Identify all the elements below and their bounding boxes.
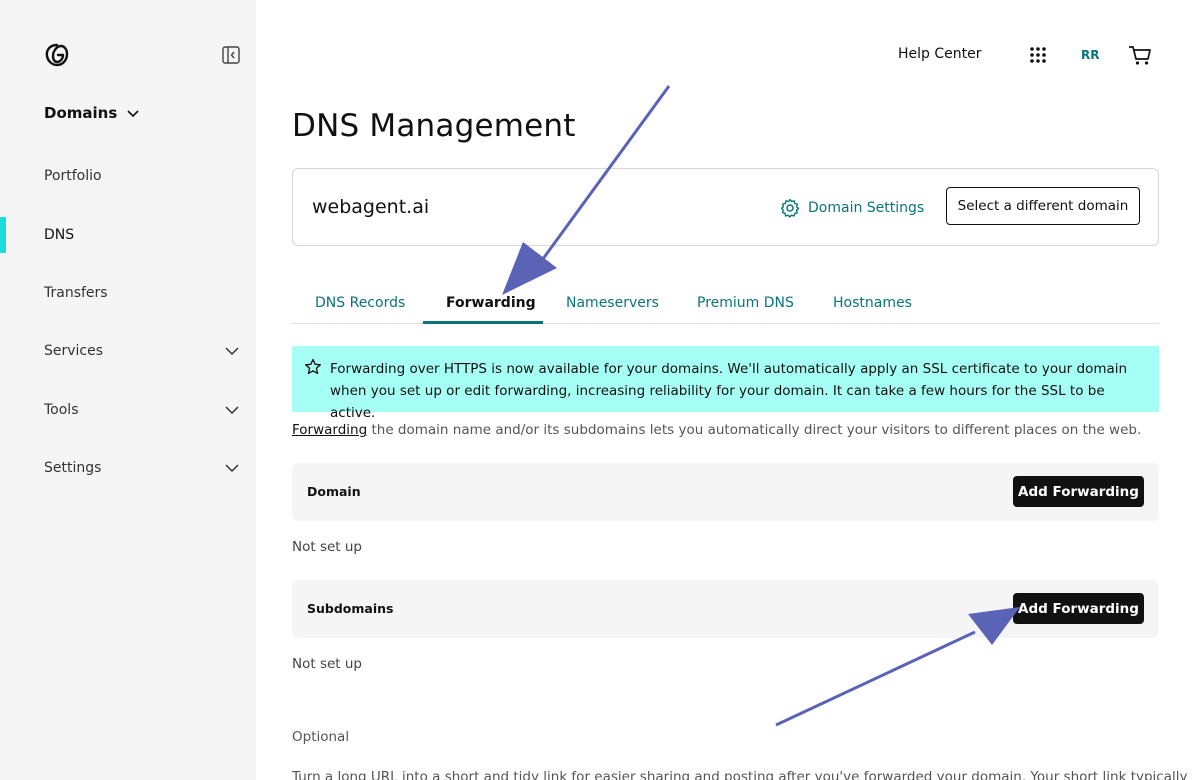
select-different-domain-button[interactable]: Select a different domain <box>946 187 1140 225</box>
star-icon <box>304 358 322 375</box>
domains-menu-toggle[interactable]: Domains <box>44 104 141 122</box>
sidebar-item-label: Transfers <box>44 285 108 301</box>
subdomain-forwarding-label: Subdomains <box>307 601 394 616</box>
active-tab-underline <box>423 321 543 324</box>
sidebar-item-transfers[interactable]: Transfers <box>0 275 256 311</box>
subdomain-forwarding-status: Not set up <box>292 656 362 672</box>
domain-forwarding-label: Domain <box>307 484 361 499</box>
chevron-down-icon <box>225 347 239 356</box>
cart-icon[interactable] <box>1128 44 1152 66</box>
apps-grid-icon[interactable] <box>1029 46 1047 64</box>
chevron-down-icon <box>225 406 239 415</box>
add-subdomain-forwarding-button[interactable]: Add Forwarding <box>1013 593 1144 624</box>
chevron-down-icon <box>225 464 239 473</box>
domain-name: webagent.ai <box>312 196 430 218</box>
optional-label: Optional <box>292 729 350 745</box>
gear-icon <box>780 198 800 218</box>
banner-text: Forwarding over HTTPS is now available f… <box>330 361 1128 421</box>
tab-dns-records[interactable]: DNS Records <box>315 295 405 311</box>
sidebar: Domains Portfolio DNS Transfers Services… <box>0 0 256 780</box>
domain-card: webagent.ai Domain Settings Select a dif… <box>292 168 1159 246</box>
sidebar-item-label: Settings <box>44 460 102 476</box>
short-link-description: Turn a long URL into a short and tidy li… <box>292 769 1188 780</box>
sidebar-item-label: Services <box>44 343 104 359</box>
forwarding-intro-text: the domain name and/or its subdomains le… <box>367 422 1142 438</box>
tab-forwarding[interactable]: Forwarding <box>446 295 536 311</box>
account-avatar[interactable]: RR <box>1081 48 1099 62</box>
forwarding-intro: Forwarding the domain name and/or its su… <box>292 422 1141 438</box>
add-domain-forwarding-button[interactable]: Add Forwarding <box>1013 476 1144 507</box>
tab-hostnames[interactable]: Hostnames <box>833 295 912 311</box>
chevron-down-icon <box>127 110 139 118</box>
page-title: DNS Management <box>292 108 576 144</box>
domains-section-label: Domains <box>44 104 118 122</box>
forwarding-help-link[interactable]: Forwarding <box>292 422 367 438</box>
sidebar-item-label: Portfolio <box>44 168 102 184</box>
dns-tabs: DNS Records Forwarding Nameservers Premi… <box>292 284 1159 324</box>
sidebar-item-services[interactable]: Services <box>0 333 256 369</box>
sidebar-item-label: DNS <box>44 227 75 243</box>
domain-forwarding-status: Not set up <box>292 539 362 555</box>
collapse-sidebar-icon[interactable] <box>222 46 240 64</box>
domain-forwarding-row: Domain Add Forwarding <box>292 463 1159 521</box>
sidebar-item-dns[interactable]: DNS <box>0 217 256 253</box>
https-info-banner: Forwarding over HTTPS is now available f… <box>292 346 1159 421</box>
tab-premium-dns[interactable]: Premium DNS <box>697 295 794 311</box>
sidebar-item-tools[interactable]: Tools <box>0 392 256 428</box>
sidebar-item-portfolio[interactable]: Portfolio <box>0 158 256 194</box>
tab-nameservers[interactable]: Nameservers <box>566 295 659 311</box>
sidebar-item-settings[interactable]: Settings <box>0 450 256 486</box>
godaddy-logo-icon[interactable] <box>44 42 70 68</box>
help-center-link[interactable]: Help Center <box>898 46 982 62</box>
domain-settings-label: Domain Settings <box>808 200 925 216</box>
sidebar-item-label: Tools <box>44 402 79 418</box>
subdomain-forwarding-row: Subdomains Add Forwarding <box>292 580 1159 638</box>
domain-settings-link[interactable]: Domain Settings <box>780 198 924 218</box>
